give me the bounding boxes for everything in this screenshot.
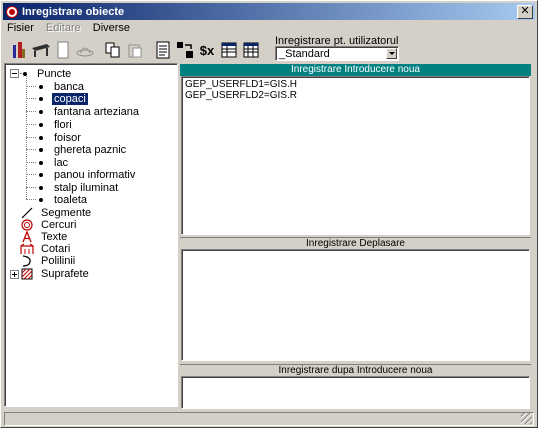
tree-item-label: Puncte xyxy=(37,67,72,80)
window-title: Inregistrare obiecte xyxy=(22,5,125,18)
collapse-toggle-icon[interactable] xyxy=(10,69,19,78)
point-icon xyxy=(39,185,43,190)
properties-icon xyxy=(156,41,170,59)
menu-editare[interactable]: Editare xyxy=(44,22,83,34)
circle-icon xyxy=(20,218,34,231)
grid-edit-button[interactable] xyxy=(241,40,261,60)
tree-item-label: ghereta paznic xyxy=(54,143,127,156)
move-panel-editor[interactable] xyxy=(181,249,530,361)
point-icon xyxy=(39,135,43,140)
menu-fisier[interactable]: Fisier xyxy=(5,22,36,34)
grid-button[interactable] xyxy=(219,40,239,60)
point-icon xyxy=(39,197,43,202)
tree-item-label: Polilinii xyxy=(41,254,76,267)
point-icon xyxy=(39,147,43,152)
menu-diverse[interactable]: Diverse xyxy=(91,22,132,34)
status-bar xyxy=(4,412,534,426)
text-A-icon xyxy=(20,230,34,243)
paste-button[interactable] xyxy=(125,40,145,60)
menu-bar: Fisier Editare Diverse xyxy=(5,21,132,35)
hat-icon xyxy=(76,47,94,57)
tree-item-label: stalp iluminat xyxy=(54,181,119,194)
table-button[interactable] xyxy=(31,40,51,60)
surface-icon xyxy=(20,268,34,280)
point-icon xyxy=(39,122,43,127)
point-icon xyxy=(39,109,43,114)
figure-icon xyxy=(13,42,25,58)
tree-item-puncte[interactable]: Puncte xyxy=(23,67,73,80)
tree-item-label: Cotari xyxy=(41,242,71,255)
transfer-button[interactable] xyxy=(175,40,195,60)
main-window: Inregistrare obiecte ✕ Fisier Editare Di… xyxy=(0,0,538,428)
after-panel-editor[interactable] xyxy=(181,376,530,409)
after-panel-header: Inregistrare dupa Introducere noua xyxy=(180,364,531,376)
tree-item-label: panou informativ xyxy=(54,168,136,181)
point-icon xyxy=(39,96,43,101)
polyline-icon xyxy=(20,254,34,267)
intro-panel-editor[interactable]: GEP_USERFLD1=GIS.H GEP_USERFLD2=GIS.R xyxy=(181,76,530,235)
close-icon: ✕ xyxy=(520,5,530,17)
properties-button[interactable] xyxy=(153,40,173,60)
resize-grip-icon[interactable] xyxy=(521,413,532,424)
tree-item-fantana-arteziana[interactable]: fantana arteziana xyxy=(39,105,141,118)
point-icon xyxy=(23,71,27,76)
copy-button[interactable] xyxy=(103,40,123,60)
dimension-icon xyxy=(20,243,34,255)
page-icon xyxy=(57,41,69,59)
toolbar: $x xyxy=(9,39,263,61)
tree-item-label: Suprafete xyxy=(41,267,89,280)
move-panel-header: Inregistrare Deplasare xyxy=(180,237,531,249)
figure-button[interactable] xyxy=(9,40,29,60)
variable-button[interactable]: $x xyxy=(197,40,217,60)
grid-icon xyxy=(221,42,237,58)
tree-item-label: banca xyxy=(54,80,84,93)
line-segment-icon xyxy=(20,207,34,219)
point-icon xyxy=(39,160,43,165)
tree-item-label: foisor xyxy=(54,131,81,144)
tree-item-copaci[interactable]: copaci xyxy=(39,91,89,106)
table-icon xyxy=(32,44,50,57)
user-registration-value: _Standard xyxy=(279,48,330,60)
tree-item-label: Segmente xyxy=(41,206,92,219)
tree-item-label: Texte xyxy=(41,230,68,243)
point-icon xyxy=(39,172,43,177)
chevron-down-icon[interactable] xyxy=(386,48,397,59)
tree-item-label: flori xyxy=(54,118,72,131)
hat-button[interactable] xyxy=(75,40,95,60)
tree-item-polilinii[interactable]: Polilinii xyxy=(20,254,77,267)
app-icon xyxy=(6,5,18,18)
tree-item-toaleta[interactable]: toaleta xyxy=(39,193,89,206)
tree-item-ghereta-paznic[interactable]: ghereta paznic xyxy=(39,143,128,156)
intro-line: GEP_USERFLD2=GIS.R xyxy=(185,90,297,101)
transfer-icon xyxy=(177,42,193,58)
user-registration-select[interactable]: _Standard xyxy=(275,46,399,61)
expand-toggle-icon[interactable] xyxy=(10,270,19,279)
tree-item-label: Cercuri xyxy=(41,218,77,231)
tree-item-label: copaci xyxy=(51,91,89,106)
variable-icon: $x xyxy=(199,42,215,58)
tree-item-suprafete[interactable]: Suprafete xyxy=(20,267,91,280)
object-tree[interactable]: Puncte banca copaci fantana arteziana fl… xyxy=(4,63,178,407)
close-button[interactable]: ✕ xyxy=(517,5,533,19)
tree-item-label: toaleta xyxy=(54,193,88,206)
grid-edit-icon xyxy=(243,42,259,58)
copy-icon xyxy=(105,42,120,58)
intro-line: GEP_USERFLD1=GIS.H xyxy=(185,79,297,90)
tree-item-panou-informativ[interactable]: panou informativ xyxy=(39,168,137,181)
tree-item-label: lac xyxy=(54,156,69,169)
page-button[interactable] xyxy=(53,40,73,60)
title-bar[interactable]: Inregistrare obiecte ✕ xyxy=(3,3,535,20)
paste-icon xyxy=(128,44,142,58)
tree-item-flori[interactable]: flori xyxy=(39,118,74,131)
intro-panel-header: Inregistrare Introducere noua xyxy=(180,64,531,76)
point-icon xyxy=(39,84,43,89)
tree-item-label: fantana arteziana xyxy=(54,105,140,118)
